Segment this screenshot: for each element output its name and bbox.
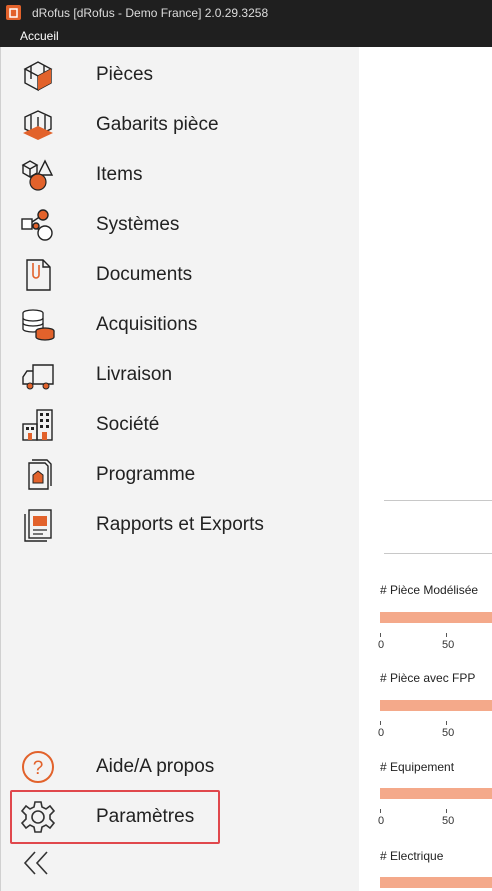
double-chevron-left-icon — [23, 851, 48, 875]
stat-bar — [380, 788, 492, 799]
sidebar-item-aide[interactable]: ? Aide/A propos — [1, 742, 360, 792]
sidebar-item-label: Aide/A propos — [96, 756, 215, 777]
title-bar: dRofus [dRofus - Demo France] 2.0.29.325… — [0, 0, 492, 26]
sidebar-item-label: Gabarits pièce — [96, 114, 219, 135]
sidebar-item-label: Pièces — [96, 64, 154, 85]
help-icon: ? — [19, 749, 57, 785]
stat-axis: 0 50 — [378, 633, 492, 653]
menu-bar: Accueil — [0, 26, 492, 47]
program-icon — [19, 457, 57, 493]
settings-highlight-box — [10, 790, 220, 844]
collapse-sidebar-button[interactable] — [21, 847, 53, 879]
tick-label: 50 — [442, 815, 455, 827]
stat-bar — [380, 877, 492, 888]
sidebar-item-documents[interactable]: Documents — [1, 250, 360, 300]
app-logo-icon — [6, 5, 21, 20]
stat-label: # Electrique — [380, 849, 444, 863]
sidebar-item-societe[interactable]: Société — [1, 400, 360, 450]
sidebar-item-rapports[interactable]: Rapports et Exports — [1, 500, 360, 550]
dashboard-panel: # Pièce Modélisée 0 50 # Pièce avec FPP … — [359, 47, 492, 891]
sidebar-item-label: Programme — [96, 464, 196, 485]
stat-label: # Pièce avec FPP — [380, 671, 476, 685]
delivery-icon — [19, 357, 57, 393]
acquisitions-icon — [19, 307, 57, 343]
company-icon — [19, 407, 57, 443]
window-title: dRofus [dRofus - Demo France] 2.0.29.325… — [32, 6, 269, 20]
sidebar-item-acquisitions[interactable]: Acquisitions — [1, 300, 360, 350]
sidebar-item-label: Livraison — [96, 364, 173, 385]
stat-bar — [380, 612, 492, 623]
reports-icon — [19, 507, 57, 543]
sidebar-item-label: Items — [96, 164, 143, 185]
divider — [384, 553, 492, 554]
documents-icon — [19, 257, 57, 293]
items-icon — [19, 157, 57, 193]
sidebar-item-label: Rapports et Exports — [96, 514, 264, 535]
tick-label: 0 — [378, 727, 385, 739]
svg-text:?: ? — [33, 758, 44, 779]
room-templates-icon — [19, 107, 57, 143]
sidebar-item-programme[interactable]: Programme — [1, 450, 360, 500]
stat-label: # Equipement — [380, 760, 455, 774]
sidebar-item-livraison[interactable]: Livraison — [1, 350, 360, 400]
sidebar-item-label: Documents — [96, 264, 193, 285]
tick-label: 0 — [378, 815, 385, 827]
stat-bar — [380, 700, 492, 711]
sidebar-item-gabarits[interactable]: Gabarits pièce — [1, 100, 360, 150]
stat-label: # Pièce Modélisée — [380, 583, 479, 597]
tick-label: 50 — [442, 727, 455, 739]
stat-axis: 0 50 — [378, 721, 492, 741]
sidebar-item-pieces[interactable]: Pièces — [1, 50, 360, 100]
sidebar-item-label: Acquisitions — [96, 314, 198, 335]
stat-axis: 0 50 — [378, 809, 492, 829]
sidebar-item-systemes[interactable]: Systèmes — [1, 200, 360, 250]
rooms-icon — [19, 57, 57, 93]
divider — [384, 500, 492, 501]
tick-label: 0 — [378, 639, 385, 651]
menu-accueil[interactable]: Accueil — [20, 29, 59, 43]
systems-icon — [19, 207, 57, 243]
tick-label: 50 — [442, 639, 455, 651]
sidebar-item-label: Systèmes — [96, 214, 180, 235]
sidebar-item-label: Société — [96, 414, 160, 435]
sidebar: Pièces Gabarits pièce Items Systèmes Doc… — [0, 47, 359, 891]
sidebar-item-items[interactable]: Items — [1, 150, 360, 200]
